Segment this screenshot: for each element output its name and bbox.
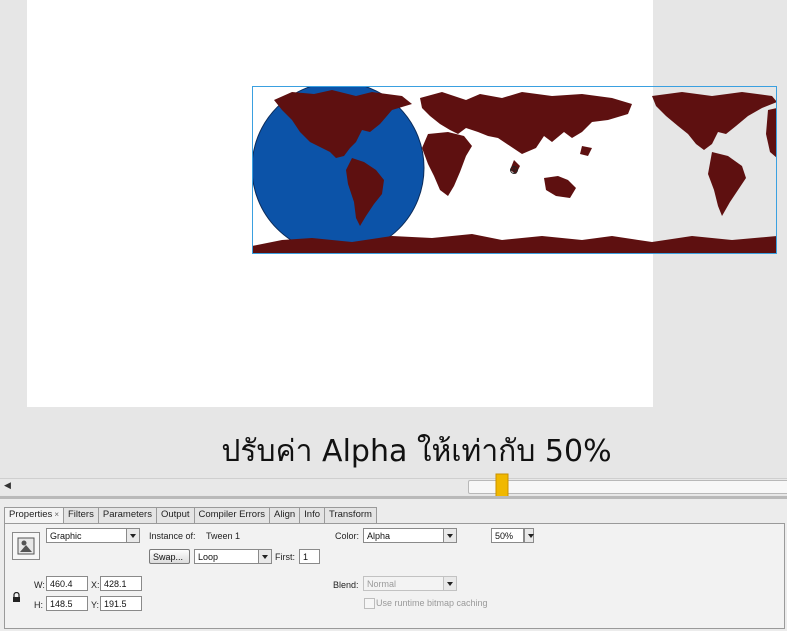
- tab-label: Compiler Errors: [198, 509, 266, 520]
- bitmap-caching-label: Use runtime bitmap caching: [376, 598, 488, 608]
- alpha-slider-toggle[interactable]: [524, 528, 534, 543]
- tab-transform[interactable]: Transform: [324, 507, 377, 523]
- horizontal-scrollbar[interactable]: ◀: [0, 478, 787, 495]
- instance-of-value: Tween 1: [206, 531, 241, 541]
- panel-tabs: Properties × Filters Parameters Output Co…: [4, 507, 377, 523]
- x-label: X:: [91, 580, 100, 590]
- chevron-down-icon[interactable]: [443, 577, 456, 590]
- tab-properties[interactable]: Properties ×: [4, 507, 64, 523]
- tab-output[interactable]: Output: [155, 507, 195, 523]
- tween-instance[interactable]: [252, 86, 777, 254]
- height-label: H:: [34, 600, 43, 610]
- scroll-left-icon[interactable]: ◀: [4, 481, 11, 491]
- tab-label: Info: [304, 509, 320, 520]
- chevron-down-icon[interactable]: [443, 529, 456, 542]
- tab-label: Output: [160, 509, 190, 520]
- instruction-caption: ปรับค่า Alpha ให้เท่ากับ 50%: [0, 428, 787, 475]
- tab-compiler-errors[interactable]: Compiler Errors: [193, 507, 271, 523]
- tab-label: Parameters: [102, 509, 152, 520]
- symbol-type-dropdown[interactable]: Graphic: [46, 528, 140, 543]
- tab-label: Filters: [67, 509, 94, 520]
- swap-button[interactable]: Swap...: [149, 549, 190, 564]
- tab-parameters[interactable]: Parameters: [97, 507, 157, 523]
- lock-icon[interactable]: [12, 588, 21, 607]
- tab-label: Align: [274, 509, 296, 520]
- tab-filters[interactable]: Filters: [62, 507, 99, 523]
- width-input[interactable]: 460.4: [46, 576, 88, 591]
- blend-dropdown[interactable]: Normal: [363, 576, 457, 591]
- color-effect-value: Alpha: [367, 531, 391, 541]
- loop-dropdown[interactable]: Loop: [194, 549, 272, 564]
- tab-label: Properties: [9, 509, 53, 520]
- height-input[interactable]: 148.5: [46, 596, 88, 611]
- properties-panel: Properties × Filters Parameters Output Co…: [0, 496, 787, 631]
- width-label: W:: [34, 580, 45, 590]
- first-label: First:: [275, 552, 295, 562]
- chevron-down-icon[interactable]: [126, 529, 139, 542]
- tab-label: Transform: [329, 509, 372, 520]
- bitmap-caching-checkbox[interactable]: [364, 598, 375, 609]
- tab-align[interactable]: Align: [269, 507, 301, 523]
- instance-of-label: Instance of:: [149, 531, 196, 541]
- blend-label: Blend:: [333, 580, 359, 590]
- y-input[interactable]: 191.5: [100, 596, 142, 611]
- blend-value: Normal: [367, 579, 397, 589]
- y-label: Y:: [91, 600, 100, 610]
- tab-info[interactable]: Info: [299, 507, 325, 523]
- properties-body: Graphic Instance of: Tween 1 Swap... Loo…: [4, 523, 785, 629]
- color-label: Color:: [335, 531, 360, 541]
- chevron-down-icon[interactable]: [258, 550, 271, 563]
- x-input[interactable]: 428.1: [100, 576, 142, 591]
- color-effect-dropdown[interactable]: Alpha: [363, 528, 457, 543]
- close-icon[interactable]: ×: [54, 510, 59, 519]
- graphic-symbol-icon: [12, 532, 40, 560]
- symbol-type-value: Graphic: [50, 531, 82, 541]
- chevron-down-icon[interactable]: [525, 529, 534, 542]
- first-frame-input[interactable]: 1: [299, 549, 320, 564]
- caption-text: ปรับค่า Alpha ให้เท่ากับ 50%: [221, 434, 612, 469]
- stage-area: ปรับค่า Alpha ให้เท่ากับ 50%: [0, 0, 787, 478]
- loop-value: Loop: [198, 552, 219, 562]
- alpha-percent-input[interactable]: 50%: [491, 528, 524, 543]
